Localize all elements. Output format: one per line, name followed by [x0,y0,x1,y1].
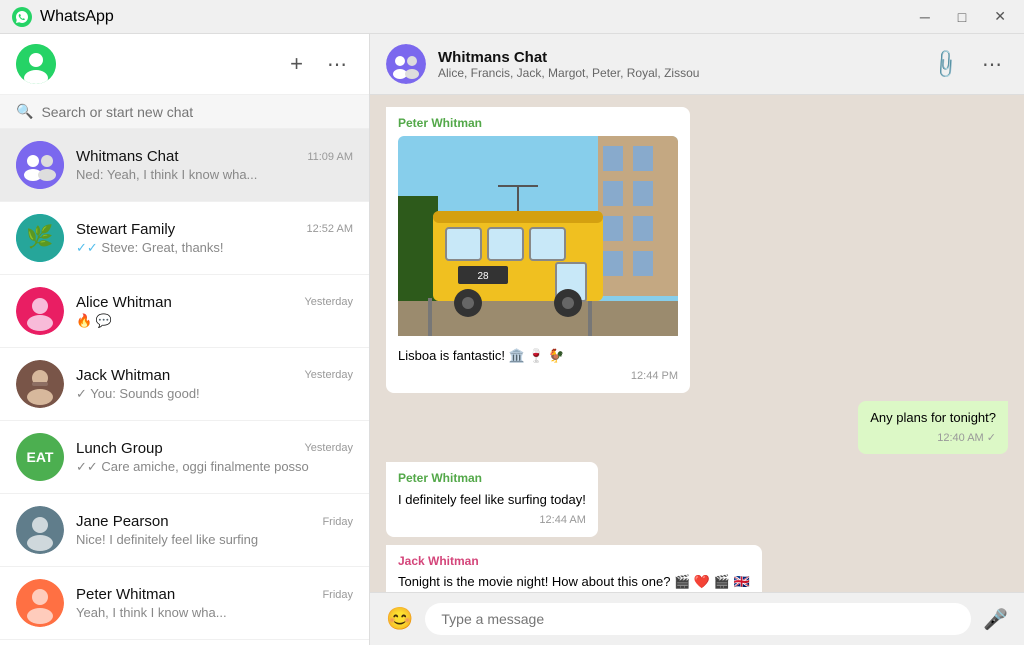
message-input[interactable] [425,603,971,635]
main-app: + ⋯ 🔍 Whitmans Chat 11:09 AM N [0,34,1024,645]
chat-avatar-stewart: 🌿 [16,214,64,262]
sidebar: + ⋯ 🔍 Whitmans Chat 11:09 AM N [0,34,370,645]
sidebar-header-right: + ⋯ [286,47,353,81]
title-bar-left: WhatsApp [12,7,114,27]
chat-avatar-jack [16,360,64,408]
chat-info-lunch: Lunch Group Yesterday ✓✓ Care amiche, og… [76,440,353,475]
chat-item-jane[interactable]: Jane Pearson Friday Nice! I definitely f… [0,494,369,567]
message-sent-plans: Any plans for tonight? 12:40 AM ✓ [858,401,1008,455]
chat-time-whitmans: 11:09 AM [307,151,353,163]
chat-time-stewart: 12:52 AM [307,223,353,235]
msg-text-plans: Any plans for tonight? [870,409,996,427]
whatsapp-logo-icon [12,7,32,27]
chat-name-alice: Alice Whitman [76,294,172,311]
message-peter-lisbon: Peter Whitman [386,107,690,393]
chat-list: Whitmans Chat 11:09 AM Ned: Yeah, I thin… [0,129,369,645]
mic-button[interactable]: 🎤 [983,607,1008,632]
msg-time-surfing: 12:44 AM [398,513,586,528]
chat-item-stewart2[interactable]: Stewart Family Friday Steve: Great, than… [0,640,369,645]
chat-header-actions: 📎 ⋯ [929,48,1008,81]
title-bar-controls: ─ □ ✕ [914,6,1012,27]
chat-avatar-peter [16,579,64,627]
search-icon: 🔍 [16,103,33,120]
chat-menu-button[interactable]: ⋯ [978,48,1008,81]
chat-info-stewart: Stewart Family 12:52 AM ✓✓ Steve: Great,… [76,221,353,256]
chat-preview-peter: Yeah, I think I know wha... [76,605,353,620]
chat-time-peter: Friday [322,589,353,601]
minimize-button[interactable]: ─ [914,7,936,27]
chat-item-lunch[interactable]: EAT Lunch Group Yesterday ✓✓ Care amiche… [0,421,369,494]
title-bar: WhatsApp ─ □ ✕ [0,0,1024,34]
chat-time-alice: Yesterday [304,296,353,308]
chat-header: Whitmans Chat Alice, Francis, Jack, Marg… [370,34,1024,95]
chat-avatar-alice [16,287,64,335]
chat-name-whitmans: Whitmans Chat [76,148,179,165]
tick-icon: ✓ [987,432,996,444]
app-title: WhatsApp [40,8,114,26]
chat-preview-lunch: ✓✓ Care amiche, oggi finalmente posso [76,459,353,475]
search-bar: 🔍 [0,95,369,129]
chat-item-whitmans[interactable]: Whitmans Chat 11:09 AM Ned: Yeah, I thin… [0,129,369,202]
chat-info-whitmans: Whitmans Chat 11:09 AM Ned: Yeah, I thin… [76,148,353,182]
chat-name-stewart: Stewart Family [76,221,175,238]
svg-text:🌿: 🌿 [26,224,53,249]
new-chat-button[interactable]: + [286,47,307,81]
chat-preview-jack: ✓ You: Sounds good! [76,386,353,402]
chat-preview-whitmans: Ned: Yeah, I think I know wha... [76,167,353,182]
emoji-button[interactable]: 😊 [386,606,413,632]
search-input[interactable] [41,104,353,120]
message-peter-surfing: Peter Whitman I definitely feel like sur… [386,462,598,536]
chat-avatar-jane [16,506,64,554]
msg-time-plans: 12:40 AM ✓ [870,431,996,446]
close-button[interactable]: ✕ [988,6,1012,27]
chat-info-peter: Peter Whitman Friday Yeah, I think I kno… [76,586,353,620]
chat-name-lunch: Lunch Group [76,440,163,457]
chat-header-avatar[interactable] [386,44,426,84]
msg-text-surfing: I definitely feel like surfing today! [398,491,586,509]
attach-button[interactable]: 📎 [922,41,969,88]
chat-item-peter[interactable]: Peter Whitman Friday Yeah, I think I kno… [0,567,369,640]
msg-sender-peter: Peter Whitman [398,115,678,132]
chat-item-alice[interactable]: Alice Whitman Yesterday 🔥 💬 [0,275,369,348]
chat-header-members: Alice, Francis, Jack, Margot, Peter, Roy… [438,66,917,80]
chat-time-jane: Friday [322,516,353,528]
chat-info-jane: Jane Pearson Friday Nice! I definitely f… [76,513,353,547]
msg-time-lisbon: 12:44 PM [398,369,678,384]
chat-preview-alice: 🔥 💬 [76,313,353,329]
chat-avatar-whitmans [16,141,64,189]
chat-name-jane: Jane Pearson [76,513,169,530]
svg-text:28: 28 [477,271,489,282]
chat-time-jack: Yesterday [304,369,353,381]
chat-messages: Peter Whitman [370,95,1024,592]
sidebar-header-left [16,44,56,84]
chat-info-alice: Alice Whitman Yesterday 🔥 💬 [76,294,353,329]
chat-main: Whitmans Chat Alice, Francis, Jack, Marg… [370,34,1024,645]
chat-name-peter: Peter Whitman [76,586,175,603]
msg-sender-jack: Jack Whitman [398,553,750,570]
chat-preview-stewart: ✓✓ Steve: Great, thanks! [76,240,353,256]
menu-button[interactable]: ⋯ [323,48,353,81]
chat-avatar-lunch: EAT [16,433,64,481]
chat-item-stewart[interactable]: 🌿 Stewart Family 12:52 AM ✓✓ Steve: Grea… [0,202,369,275]
msg-text-movie: Tonight is the movie night! How about th… [398,573,750,591]
msg-text-lisbon: Lisboa is fantastic! 🏛️ 🍷 🐓 [398,347,678,365]
chat-name-jack: Jack Whitman [76,367,170,384]
sidebar-header: + ⋯ [0,34,369,95]
chat-info-jack: Jack Whitman Yesterday ✓ You: Sounds goo… [76,367,353,402]
maximize-button[interactable]: □ [952,7,972,27]
chat-item-jack[interactable]: Jack Whitman Yesterday ✓ You: Sounds goo… [0,348,369,421]
msg-sender-peter2: Peter Whitman [398,470,586,487]
chat-header-info: Whitmans Chat Alice, Francis, Jack, Marg… [438,49,917,80]
message-jack-movie: Jack Whitman Tonight is the movie night!… [386,545,762,592]
chat-time-lunch: Yesterday [304,442,353,454]
msg-tram-image: 28 [398,136,678,341]
chat-preview-jane: Nice! I definitely feel like surfing [76,532,353,547]
chat-header-name: Whitmans Chat [438,49,917,66]
user-avatar[interactable] [16,44,56,84]
chat-input-bar: 😊 🎤 [370,592,1024,645]
